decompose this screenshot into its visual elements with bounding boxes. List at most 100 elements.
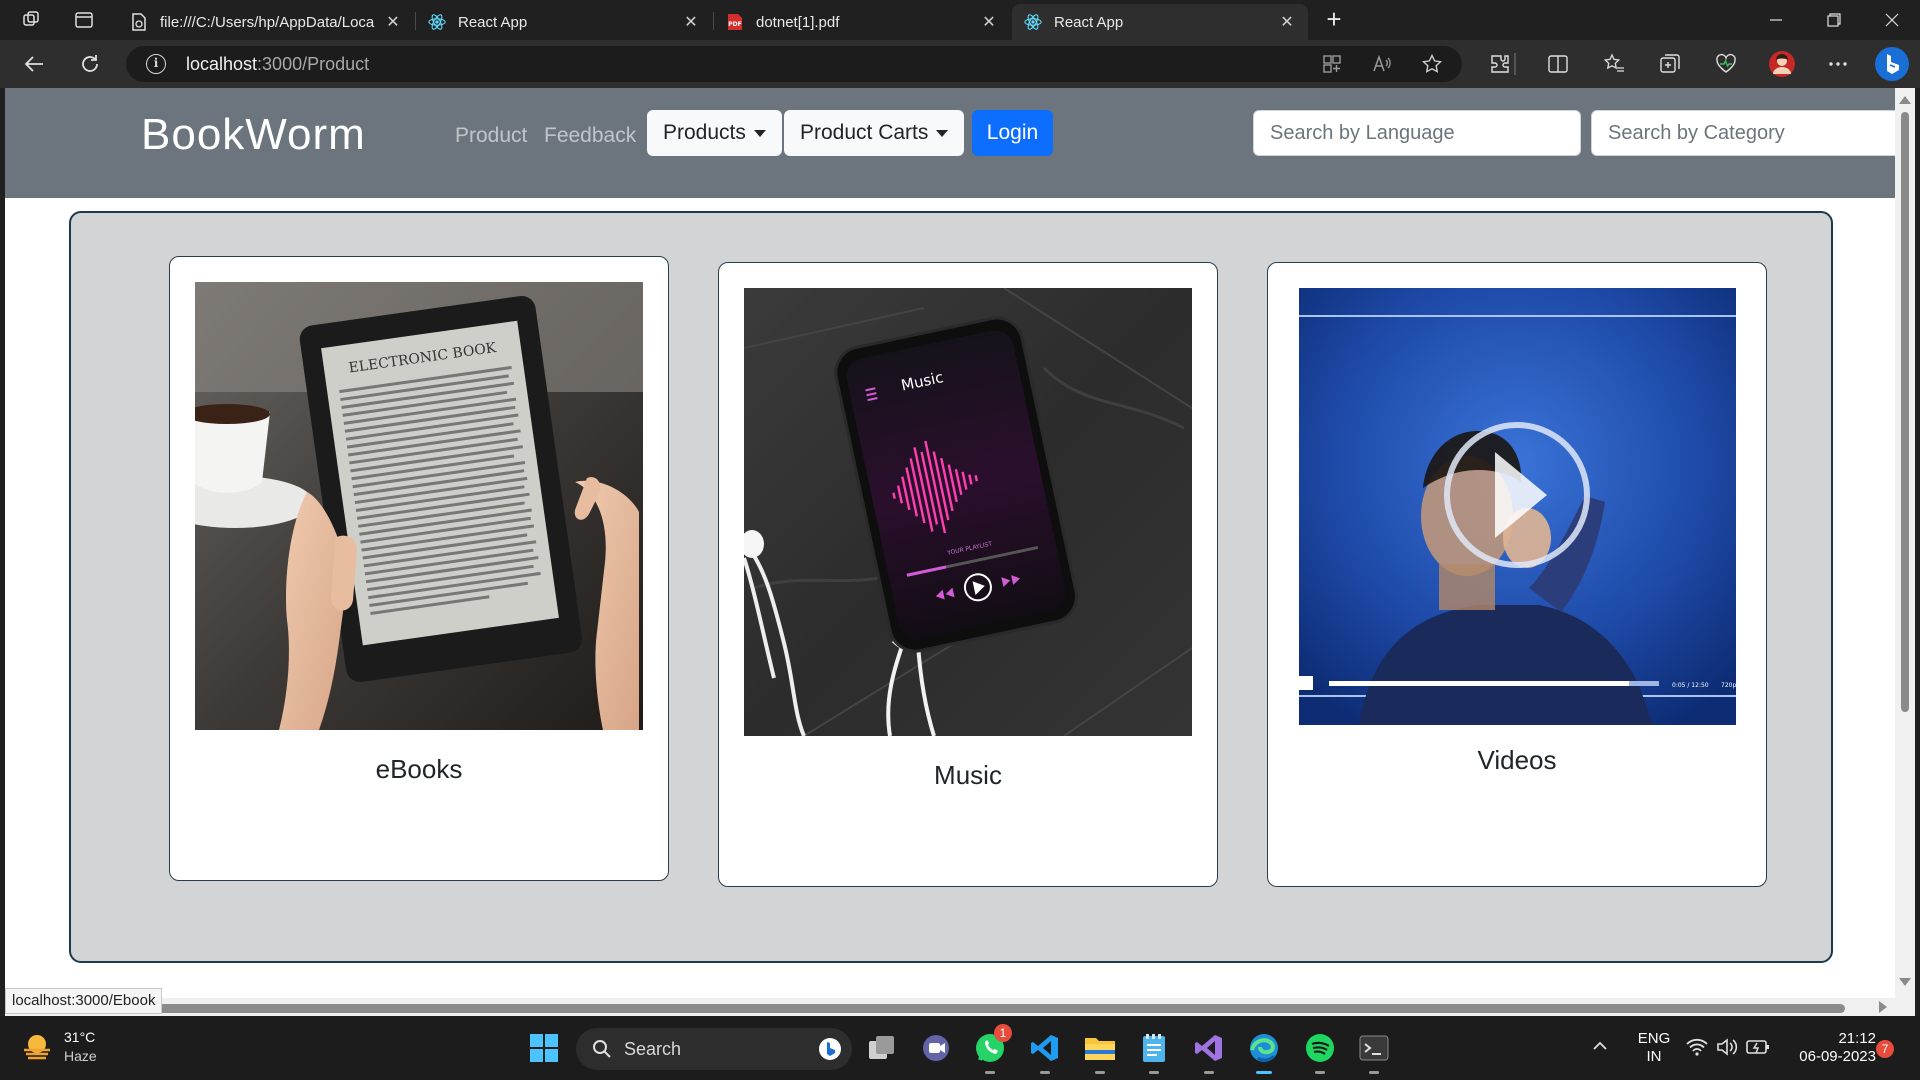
weather-temperature: 31°C	[64, 1029, 96, 1045]
copilot-icon[interactable]	[1874, 46, 1910, 82]
notification-badge[interactable]: 7	[1876, 1040, 1894, 1058]
close-tab-icon[interactable]: ✕	[384, 13, 402, 31]
show-hidden-icons[interactable]	[1592, 1038, 1608, 1059]
minimize-button[interactable]	[1748, 0, 1804, 40]
notepad-icon[interactable]	[1136, 1030, 1172, 1074]
start-icon[interactable]	[526, 1030, 562, 1066]
pdf-icon: PDF	[726, 13, 744, 31]
favorite-star-icon[interactable]	[1422, 54, 1442, 74]
svg-text:PDF: PDF	[728, 21, 741, 28]
running-indicator	[985, 1071, 995, 1074]
clock-date: 06-09-2023	[1799, 1048, 1876, 1065]
tab-react-app-active[interactable]: React App ✕	[1012, 4, 1308, 40]
vertical-scrollbar-thumb[interactable]	[1901, 112, 1909, 712]
clock[interactable]: 21:12 06-09-2023	[1780, 1030, 1876, 1066]
edge-icon[interactable]	[1246, 1030, 1282, 1074]
close-window-button[interactable]	[1864, 0, 1920, 40]
tab-react-app[interactable]: React App ✕	[416, 4, 712, 40]
navbar: BookWorm Product Feedback Products Produ…	[5, 88, 1901, 198]
tab-title: React App	[1054, 13, 1124, 31]
site-info-icon[interactable]: i	[146, 54, 166, 74]
collections-icon[interactable]	[1656, 50, 1684, 78]
favorites-icon[interactable]	[1600, 50, 1628, 78]
bing-icon	[819, 1038, 841, 1060]
products-dropdown[interactable]: Products	[647, 110, 782, 156]
tab-file[interactable]: file:///C:/Users/hp/AppData/Loca ✕	[118, 4, 414, 40]
scroll-down-icon[interactable]	[1899, 978, 1911, 986]
back-icon[interactable]	[20, 50, 48, 78]
volume-icon[interactable]	[1716, 1038, 1738, 1061]
video-quality-label: 720p	[1721, 682, 1736, 689]
nav-link-feedback[interactable]: Feedback	[544, 124, 636, 148]
scroll-up-icon[interactable]	[1899, 96, 1911, 104]
haze-sun-icon	[24, 1035, 50, 1060]
more-options-icon[interactable]	[1824, 50, 1852, 78]
product-card-videos[interactable]: 0:05 / 12:50 720p Videos	[1267, 262, 1767, 887]
language-region: IN	[1646, 1048, 1662, 1065]
teams-chat-icon[interactable]	[918, 1030, 954, 1066]
language-code: ENG	[1637, 1030, 1671, 1047]
url-text[interactable]: localhost:3000/Product	[186, 54, 369, 75]
app-available-icon[interactable]	[1322, 54, 1342, 74]
products-dropdown-label: Products	[663, 121, 746, 144]
running-indicator	[1256, 1071, 1272, 1074]
running-indicator	[1204, 1071, 1214, 1074]
profile-avatar[interactable]	[1768, 50, 1796, 78]
clock-time: 21:12	[1838, 1030, 1876, 1047]
ebook-reader-image[interactable]: ELECTRONIC BOOK	[195, 282, 643, 730]
horizontal-scrollbar-thumb[interactable]	[9, 1004, 1845, 1013]
tab-strip: file:///C:/Users/hp/AppData/Loca ✕ React…	[0, 0, 1920, 40]
product-carts-dropdown[interactable]: Product Carts	[784, 110, 965, 156]
terminal-icon[interactable]	[1356, 1030, 1392, 1074]
video-play-image[interactable]: 0:05 / 12:50 720p	[1299, 288, 1736, 725]
react-icon	[1024, 13, 1042, 31]
browser-essentials-icon[interactable]	[1712, 50, 1740, 78]
split-screen-icon[interactable]	[1544, 50, 1572, 78]
vscode-icon[interactable]	[1027, 1030, 1063, 1074]
visual-studio-icon[interactable]	[1191, 1030, 1227, 1074]
product-card-ebooks[interactable]: ELECTRONIC BOOK eBooks	[169, 256, 669, 881]
brand-logo[interactable]: BookWorm	[141, 110, 366, 160]
wifi-icon[interactable]	[1686, 1038, 1708, 1061]
spotify-icon[interactable]	[1302, 1030, 1338, 1074]
card-title-videos: Videos	[1477, 745, 1557, 775]
new-tab-button[interactable]: +	[1320, 6, 1348, 34]
address-bar[interactable]: i localhost:3000/Product	[126, 46, 1462, 82]
restore-button[interactable]	[1806, 0, 1862, 40]
running-indicator	[1315, 1071, 1325, 1074]
nav-link-product[interactable]: Product	[455, 124, 527, 148]
scroll-right-icon[interactable]	[1879, 1001, 1887, 1013]
horizontal-scrollbar[interactable]	[5, 998, 1895, 1016]
close-tab-icon[interactable]: ✕	[682, 13, 700, 31]
extensions-icon[interactable]	[1486, 50, 1514, 78]
file-explorer-icon[interactable]	[1082, 1030, 1118, 1074]
running-indicator	[1095, 1071, 1105, 1074]
search-by-language-input[interactable]	[1253, 110, 1581, 156]
tab-pdf[interactable]: PDF dotnet[1].pdf ✕	[714, 4, 1010, 40]
weather-widget[interactable]: 31°C Haze	[20, 1028, 97, 1066]
link-status-bar: localhost:3000/Ebook	[5, 988, 163, 1014]
login-button[interactable]: Login	[972, 110, 1053, 156]
language-indicator[interactable]: ENG IN	[1634, 1030, 1674, 1066]
vertical-scrollbar[interactable]	[1895, 88, 1915, 1016]
tab-title: React App	[458, 13, 528, 31]
workspaces-icon[interactable]	[20, 8, 44, 32]
battery-icon[interactable]	[1746, 1038, 1770, 1061]
music-phone-image[interactable]: Music YOUR PLAYLIST	[744, 288, 1192, 736]
read-aloud-icon[interactable]	[1372, 54, 1392, 74]
whatsapp-icon[interactable]: 1	[972, 1024, 1012, 1074]
card-title-ebooks: eBooks	[375, 754, 463, 784]
running-indicator	[1149, 1071, 1159, 1074]
task-view-icon[interactable]	[864, 1030, 900, 1066]
weather-condition: Haze	[64, 1048, 97, 1064]
url-host: localhost	[186, 54, 258, 74]
close-tab-icon[interactable]: ✕	[980, 13, 998, 31]
product-card-music[interactable]: Music YOUR PLAYLIST Music	[718, 262, 1218, 887]
search-by-category-input[interactable]	[1591, 110, 1901, 156]
card-title-music: Music	[934, 760, 1002, 790]
tab-actions-icon[interactable]	[72, 8, 96, 32]
refresh-icon[interactable]	[76, 50, 104, 78]
taskbar-search[interactable]: Search	[576, 1028, 852, 1070]
close-tab-icon[interactable]: ✕	[1278, 13, 1296, 31]
caret-down-icon	[753, 129, 766, 137]
